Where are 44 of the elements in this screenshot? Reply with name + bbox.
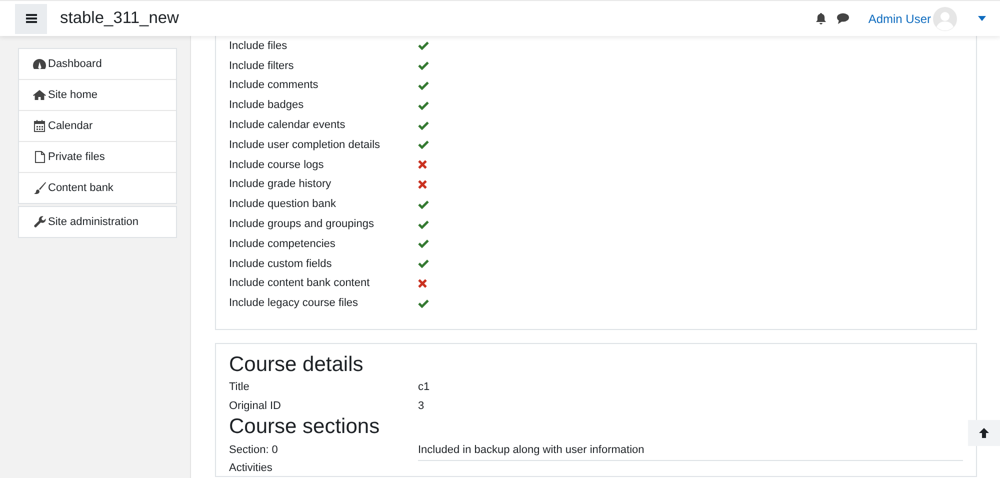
menu-button[interactable]	[15, 4, 47, 34]
site-name[interactable]: stable_311_new	[60, 9, 179, 28]
setting-label: Include course logs	[229, 158, 325, 171]
setting-label: Include grade history	[229, 178, 332, 190]
notification-bell-icon[interactable]	[816, 12, 826, 24]
arrow-up-icon	[979, 428, 989, 438]
detail-value: 3	[418, 400, 424, 412]
nav-item[interactable]: Calendar	[19, 111, 176, 142]
file-icon	[34, 151, 44, 163]
setting-label: Include badges	[229, 99, 305, 112]
back-to-top-button[interactable]	[968, 420, 1000, 446]
brush-icon	[34, 182, 46, 194]
detail-label: Section: 0	[229, 444, 279, 456]
menu-icon	[26, 14, 36, 23]
setting-label: Include custom fields	[229, 258, 333, 270]
detail-label: Activities	[229, 462, 274, 474]
setting-label: Include comments	[229, 79, 320, 92]
chat-bubble-icon[interactable]	[837, 13, 850, 24]
setting-label: Include calendar events	[229, 119, 346, 132]
section-heading: Course details	[229, 353, 364, 378]
wrench-icon	[34, 216, 46, 228]
nav-item[interactable]: Site home	[19, 80, 176, 111]
caret-icon[interactable]	[978, 16, 986, 21]
user-menu-link[interactable]: Admin User	[868, 12, 931, 26]
setting-label: Include question bank	[229, 198, 338, 210]
detail-value: c1	[418, 380, 430, 393]
setting-label: Include content bank content	[229, 277, 371, 290]
detail-label: Original ID	[229, 400, 282, 412]
nav-item[interactable]: Site administration	[19, 207, 176, 237]
setting-label: Include groups and groupings	[229, 218, 375, 230]
nav-item[interactable]: Private files	[19, 142, 176, 173]
nav-item[interactable]: Dashboard	[19, 49, 176, 80]
setting-label: Include filters	[229, 60, 295, 72]
setting-label: Include files	[229, 40, 288, 52]
setting-label: Include competencies	[229, 238, 336, 250]
calendar-icon	[34, 120, 45, 132]
detail-label: Title	[229, 380, 250, 393]
setting-label: Include legacy course files	[229, 297, 360, 310]
detail-value: Included in backup along with user information	[418, 444, 644, 456]
nav-item[interactable]: Content bank	[19, 173, 176, 203]
dashboard-gauge-icon	[33, 59, 46, 69]
setting-label: Include user completion details	[229, 138, 382, 151]
home-icon	[33, 90, 46, 100]
section-heading: Course sections	[229, 415, 381, 440]
